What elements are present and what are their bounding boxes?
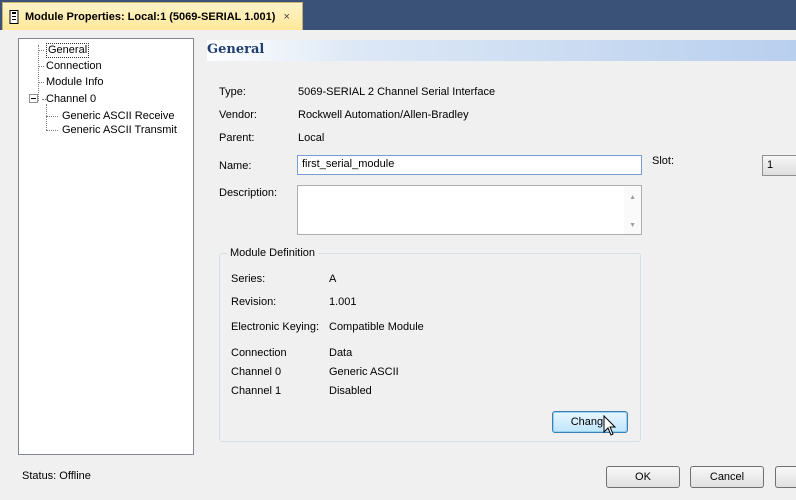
tree-item-generic-ascii-receive[interactable]: Generic ASCII Receive	[62, 110, 175, 123]
channel-1-label: Channel 1	[231, 385, 282, 397]
mouse-pointer-icon	[603, 414, 617, 440]
cancel-button[interactable]: Cancel	[690, 466, 764, 488]
status-text: Status: Offline	[22, 470, 91, 482]
channel-1-value: Disabled	[329, 385, 372, 397]
collapse-icon[interactable]	[29, 94, 38, 103]
tree-item-generic-ascii-transmit[interactable]: Generic ASCII Transmit	[62, 124, 177, 137]
vendor-label: Vendor:	[219, 109, 257, 121]
connection-value: Data	[329, 347, 353, 359]
module-properties-tab[interactable]: Module Properties: Local:1 (5069-SERIAL …	[2, 2, 303, 30]
tree-line	[38, 50, 44, 51]
category-tree[interactable]: General Connection Module Info Channel 0…	[18, 38, 194, 455]
series-label: Series:	[231, 273, 266, 285]
tree-line	[46, 104, 47, 130]
description-label: Description:	[219, 187, 278, 199]
vendor-value: Rockwell Automation/Allen-Bradley	[298, 109, 469, 121]
parent-value: Local	[298, 132, 325, 144]
slot-field[interactable]: 1	[762, 155, 796, 176]
scroll-down-arrow-icon[interactable]: ▼	[629, 222, 636, 229]
tree-item-general[interactable]: General	[46, 43, 90, 58]
tree-line	[46, 116, 58, 117]
module-icon	[3, 4, 25, 30]
tree-item-module-info[interactable]: Module Info	[46, 76, 103, 89]
apply-button[interactable]	[775, 466, 796, 488]
tree-line	[38, 45, 39, 101]
name-field[interactable]: first_serial_module	[297, 155, 642, 175]
close-icon[interactable]: ×	[283, 11, 289, 23]
name-label: Name:	[219, 160, 252, 172]
type-label: Type:	[219, 86, 246, 98]
tree-item-channel-0[interactable]: Channel 0	[46, 93, 96, 106]
section-title: General	[207, 42, 265, 57]
tree-line	[46, 130, 58, 131]
tab-title: Module Properties: Local:1 (5069-SERIAL …	[25, 10, 276, 23]
revision-value: 1.001	[329, 296, 357, 308]
electronic-keying-label: Electronic Keying:	[231, 321, 320, 333]
channel-0-value: Generic ASCII	[329, 366, 399, 378]
tree-item-connection[interactable]: Connection	[46, 60, 102, 73]
ok-button[interactable]: OK	[606, 466, 680, 488]
description-scrollbar[interactable]: ▲ ▼	[624, 186, 641, 234]
electronic-keying-value: Compatible Module	[329, 321, 424, 333]
module-definition-title: Module Definition	[227, 247, 318, 259]
description-field[interactable]: ▲ ▼	[297, 185, 642, 235]
channel-0-label: Channel 0	[231, 366, 282, 378]
type-value: 5069-SERIAL 2 Channel Serial Interface	[298, 86, 496, 98]
parent-label: Parent:	[219, 132, 255, 144]
tree-line	[38, 66, 44, 67]
revision-label: Revision:	[231, 296, 277, 308]
scroll-up-arrow-icon[interactable]: ▲	[629, 194, 636, 201]
section-header: General	[207, 40, 796, 61]
series-value: A	[329, 273, 337, 285]
connection-label: Connection	[231, 347, 287, 359]
tree-line	[38, 82, 44, 83]
slot-label: Slot:	[652, 155, 675, 167]
